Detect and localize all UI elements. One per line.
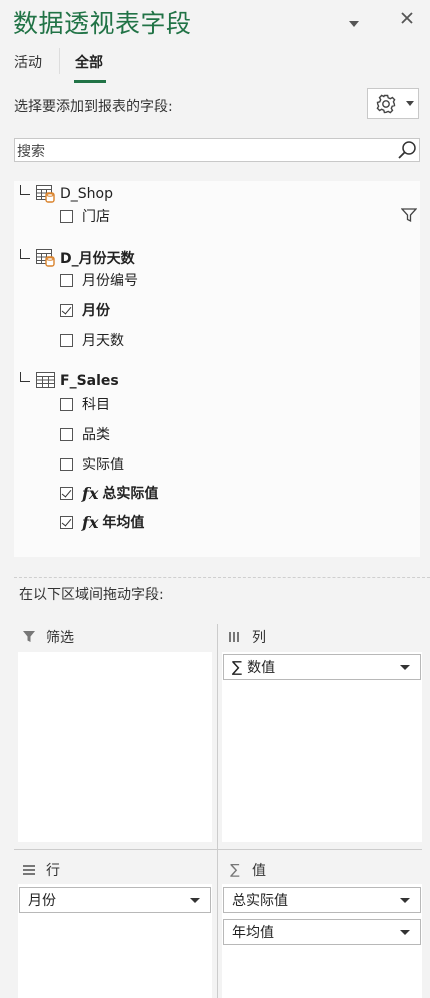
table-row[interactable]: D_月份天数 bbox=[20, 248, 135, 268]
columns-area-title: 列 bbox=[252, 630, 266, 646]
field-checkbox[interactable] bbox=[60, 273, 73, 287]
area-vertical-separator bbox=[217, 624, 218, 998]
field-label: 品类 bbox=[82, 427, 110, 443]
sigma-icon: ∑ bbox=[232, 658, 243, 676]
values-field-pill[interactable]: 年均值 bbox=[223, 919, 421, 945]
table-name: D_月份天数 bbox=[60, 251, 135, 267]
field-label: 实际值 bbox=[82, 457, 124, 473]
pill-label: 年均值 bbox=[232, 925, 274, 941]
measure-fx-icon: fx bbox=[82, 483, 99, 503]
field-item[interactable]: 实际值 bbox=[60, 454, 124, 474]
collapse-icon[interactable] bbox=[20, 249, 30, 259]
field-item[interactable]: 品类 bbox=[60, 424, 110, 444]
gear-icon bbox=[376, 94, 414, 114]
filter-icon bbox=[23, 631, 35, 642]
values-area-header: ∑ 值 bbox=[228, 860, 266, 880]
areas-prompt: 在以下区域间拖动字段: bbox=[19, 587, 164, 603]
section-divider[interactable] bbox=[14, 577, 430, 578]
field-checkbox[interactable] bbox=[60, 515, 73, 529]
table-icon bbox=[36, 249, 55, 267]
field-item[interactable]: 月天数 bbox=[60, 330, 124, 350]
tab-all[interactable]: 全部 bbox=[75, 52, 103, 72]
field-label: 月份 bbox=[82, 303, 110, 319]
rows-drop-zone[interactable]: 月份 bbox=[18, 884, 212, 998]
tab-separator bbox=[59, 48, 60, 74]
measure-fx-icon: fx bbox=[82, 512, 99, 532]
field-item[interactable]: fx 年均值 bbox=[60, 512, 144, 532]
field-checkbox[interactable] bbox=[60, 209, 73, 223]
columns-area-header: 列 bbox=[228, 627, 266, 647]
field-label: 科目 bbox=[82, 397, 110, 413]
filters-drop-zone[interactable] bbox=[18, 652, 212, 842]
columns-drop-zone[interactable]: ∑ 数值 bbox=[222, 652, 422, 842]
columns-icon bbox=[229, 632, 239, 642]
filters-area-header: 筛选 bbox=[22, 627, 74, 647]
dropdown-caret-icon[interactable] bbox=[190, 897, 200, 903]
field-item[interactable]: 月份 bbox=[60, 300, 110, 320]
values-area-title: 值 bbox=[252, 863, 266, 879]
search-input[interactable]: 搜索 bbox=[17, 141, 45, 161]
pane-options-chevron-icon[interactable] bbox=[347, 14, 361, 33]
close-icon[interactable] bbox=[399, 10, 415, 30]
field-label: 年均值 bbox=[102, 515, 145, 531]
filters-area-title: 筛选 bbox=[46, 630, 74, 646]
search-icon[interactable] bbox=[397, 140, 417, 160]
rows-area-title: 行 bbox=[46, 863, 60, 879]
tab-selected-indicator bbox=[74, 80, 106, 83]
field-label: 总实际值 bbox=[102, 486, 159, 502]
area-horizontal-separator bbox=[14, 849, 422, 850]
values-field-pill[interactable]: 总实际值 bbox=[223, 887, 421, 913]
table-icon bbox=[36, 185, 55, 203]
field-label: 月天数 bbox=[82, 333, 124, 349]
field-checkbox[interactable] bbox=[60, 303, 73, 317]
table-name: F_Sales bbox=[60, 373, 119, 389]
field-item[interactable]: 科目 bbox=[60, 394, 110, 414]
field-checkbox[interactable] bbox=[60, 333, 73, 347]
table-row[interactable]: F_Sales bbox=[20, 372, 119, 390]
dropdown-caret-icon[interactable] bbox=[400, 664, 410, 670]
table-icon bbox=[36, 372, 55, 388]
tab-active[interactable]: 活动 bbox=[14, 52, 42, 72]
field-checkbox[interactable] bbox=[60, 427, 73, 441]
collapse-icon[interactable] bbox=[20, 372, 30, 382]
rows-field-pill[interactable]: 月份 bbox=[19, 887, 211, 913]
table-row[interactable]: D_Shop bbox=[20, 185, 113, 203]
tools-button[interactable] bbox=[367, 88, 419, 119]
pill-label: 数值 bbox=[247, 660, 276, 676]
table-name: D_Shop bbox=[60, 186, 113, 202]
search-field[interactable]: 搜索 bbox=[14, 138, 420, 162]
dropdown-caret-icon[interactable] bbox=[400, 929, 410, 935]
field-label: 月份编号 bbox=[82, 273, 138, 289]
field-item[interactable]: 月份编号 bbox=[60, 270, 138, 290]
field-list-prompt: 选择要添加到报表的字段: bbox=[14, 99, 173, 115]
columns-field-pill[interactable]: ∑ 数值 bbox=[223, 654, 421, 680]
pill-label: 月份 bbox=[28, 893, 56, 909]
filter-icon[interactable] bbox=[401, 207, 417, 223]
collapse-icon[interactable] bbox=[20, 185, 30, 195]
field-checkbox[interactable] bbox=[60, 457, 73, 471]
field-checkbox[interactable] bbox=[60, 397, 73, 411]
rows-icon bbox=[23, 865, 35, 875]
sigma-icon: ∑ bbox=[230, 862, 240, 878]
field-list: D_Shop 门店 D_月份天数 月份编号 月份 月天数 F_Sales 科目 … bbox=[14, 181, 420, 557]
rows-area-header: 行 bbox=[22, 860, 60, 880]
values-drop-zone[interactable]: 总实际值 年均值 bbox=[222, 884, 422, 998]
field-checkbox[interactable] bbox=[60, 486, 73, 500]
field-item[interactable]: 门店 bbox=[60, 206, 110, 226]
pill-label: 总实际值 bbox=[232, 893, 288, 909]
dropdown-caret-icon[interactable] bbox=[400, 897, 410, 903]
pane-title: 数据透视表字段 bbox=[13, 9, 192, 38]
field-item[interactable]: fx 总实际值 bbox=[60, 483, 158, 503]
field-label: 门店 bbox=[82, 209, 110, 225]
